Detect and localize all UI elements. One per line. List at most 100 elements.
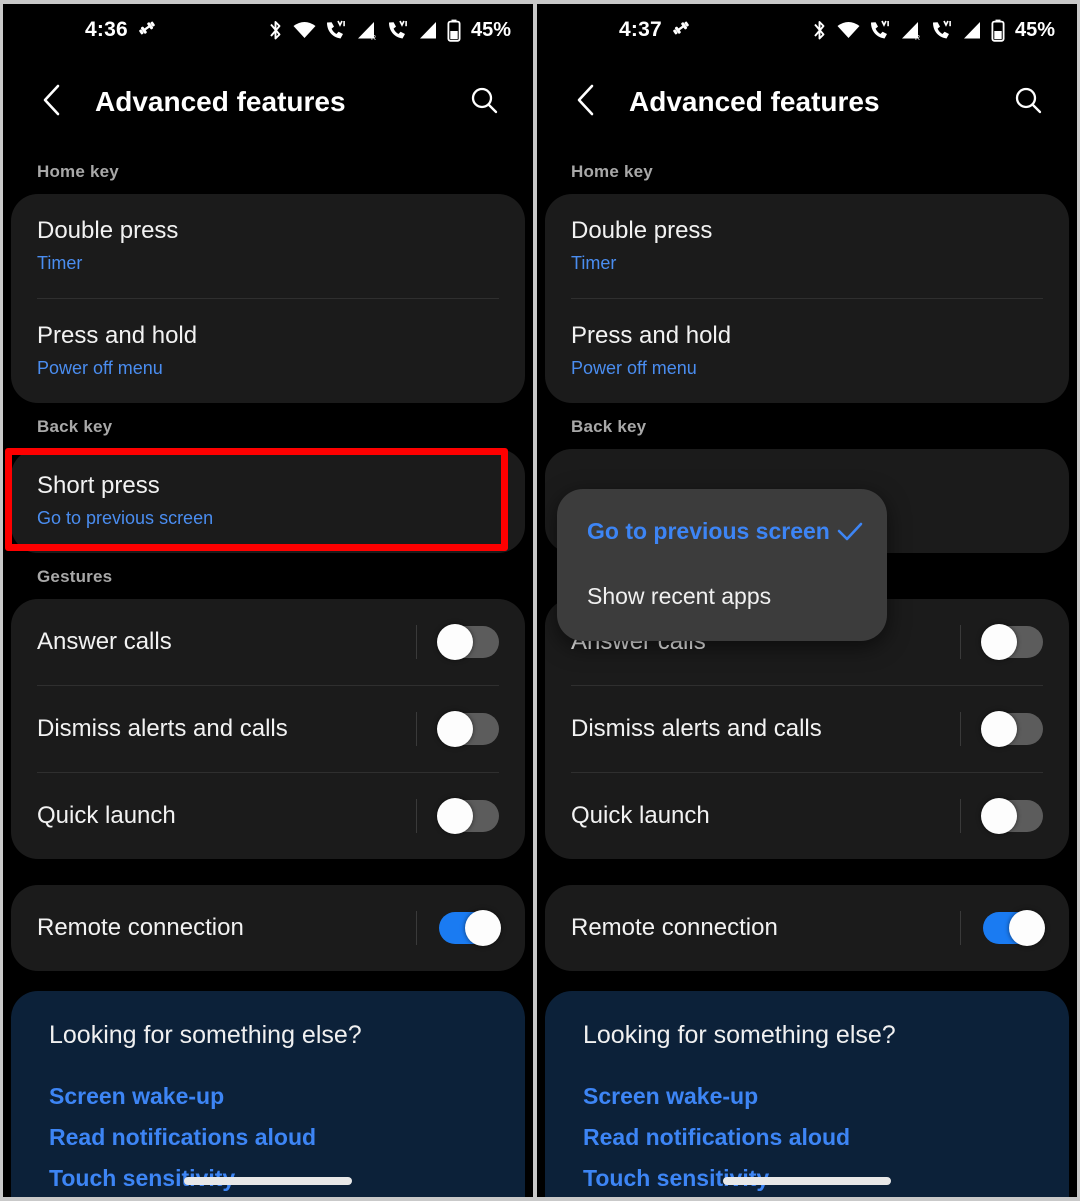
toggle-knob — [981, 711, 1017, 747]
row-subtitle: Power off menu — [37, 358, 163, 378]
switch-wrap — [416, 624, 499, 660]
toggle-quick-launch[interactable] — [437, 798, 499, 834]
switch-separator — [416, 799, 417, 833]
footer-link-read-notifications-aloud[interactable]: Read notifications aloud — [583, 1117, 1039, 1158]
toggle-answer-calls[interactable] — [981, 624, 1043, 660]
looking-for-something-else-card: Looking for something else? Screen wake-… — [11, 991, 525, 1197]
toggle-knob — [981, 624, 1017, 660]
chevron-left-icon — [39, 83, 65, 122]
volte-call-icon-2 — [387, 19, 410, 41]
search-button[interactable] — [461, 79, 507, 125]
row-texts: Press and hold Power off menu — [571, 321, 1043, 381]
toggle-remote-connection[interactable] — [983, 910, 1045, 946]
status-bar: 4:37 R 45% — [537, 4, 1077, 56]
card-gestures: Answer calls Dismiss alerts and calls Qu… — [11, 599, 525, 859]
menu-item-go-to-previous-screen[interactable]: Go to previous screen — [557, 499, 887, 564]
back-button[interactable] — [563, 79, 609, 125]
footer-link-read-notifications-aloud[interactable]: Read notifications aloud — [49, 1117, 495, 1158]
switch-wrap — [416, 798, 499, 834]
settings-content: Home key Double press Timer Press and ho… — [537, 148, 1077, 1197]
signal-roaming-icon: R — [356, 20, 379, 41]
row-title: Double press — [571, 217, 713, 244]
switch-wrap — [960, 910, 1045, 946]
page-title: Advanced features — [629, 86, 880, 117]
card-remote-connection: Remote connection — [11, 885, 525, 971]
menu-item-show-recent-apps[interactable]: Show recent apps — [557, 564, 887, 629]
back-key-popup-host: Short press Go to previous screen Go to … — [545, 449, 1069, 641]
row-double-press[interactable]: Double press Timer — [11, 194, 525, 298]
toggle-knob — [465, 910, 501, 946]
switch-wrap — [416, 711, 499, 747]
fitness-icon — [137, 18, 157, 43]
status-bar-right: R 45% — [267, 19, 511, 42]
home-indicator[interactable] — [184, 1177, 352, 1185]
toggle-answer-calls[interactable] — [437, 624, 499, 660]
footer-link-screen-wake-up[interactable]: Screen wake-up — [583, 1076, 1039, 1117]
search-icon — [469, 85, 499, 120]
left-phone-screenshot: 4:36 R 45% Advanced features Home key Do… — [0, 0, 535, 1201]
row-press-and-hold[interactable]: Press and hold Power off menu — [545, 299, 1069, 403]
row-remote-connection[interactable]: Remote connection — [11, 885, 525, 971]
section-label-back-key: Back key — [571, 417, 647, 436]
row-short-press[interactable]: Short press Go to previous screen — [11, 449, 525, 553]
settings-content: Home key Double press Timer Press and ho… — [3, 148, 533, 1197]
svg-text:R: R — [915, 35, 920, 41]
volte-call-icon — [325, 19, 348, 41]
right-screen: 4:37 R 45% Advanced features Home key Do… — [537, 4, 1077, 1197]
toggle-knob — [437, 711, 473, 747]
switch-separator — [960, 712, 961, 746]
row-subtitle: Timer — [571, 253, 617, 273]
status-bar-left: 4:36 — [85, 18, 157, 43]
row-texts: Dismiss alerts and calls — [37, 714, 416, 744]
row-dismiss-alerts-and-calls[interactable]: Dismiss alerts and calls — [545, 686, 1069, 772]
status-bar: 4:36 R 45% — [3, 4, 533, 56]
switch-wrap — [960, 711, 1043, 747]
row-title: Quick launch — [37, 802, 176, 829]
toggle-dismiss-alerts-and-calls[interactable] — [981, 711, 1043, 747]
row-title: Quick launch — [571, 802, 710, 829]
toggle-dismiss-alerts-and-calls[interactable] — [437, 711, 499, 747]
row-dismiss-alerts-and-calls[interactable]: Dismiss alerts and calls — [11, 686, 525, 772]
status-time: 4:36 — [85, 18, 128, 41]
row-quick-launch[interactable]: Quick launch — [11, 773, 525, 859]
footer-link-screen-wake-up[interactable]: Screen wake-up — [49, 1076, 495, 1117]
row-title: Remote connection — [37, 914, 244, 941]
search-button[interactable] — [1005, 79, 1051, 125]
back-button[interactable] — [29, 79, 75, 125]
row-title: Double press — [37, 217, 179, 244]
toggle-quick-launch[interactable] — [981, 798, 1043, 834]
bluetooth-icon — [267, 19, 284, 42]
row-texts: Double press Timer — [571, 216, 1043, 276]
switch-separator — [960, 911, 961, 945]
home-indicator[interactable] — [723, 1177, 891, 1185]
signal-roaming-icon: R — [900, 20, 923, 41]
toggle-remote-connection[interactable] — [439, 910, 501, 946]
row-texts: Press and hold Power off menu — [37, 321, 499, 381]
row-title: Press and hold — [37, 322, 198, 349]
menu-item-label: Go to previous screen — [587, 518, 830, 544]
row-double-press[interactable]: Double press Timer — [545, 194, 1069, 298]
check-icon — [835, 520, 865, 544]
toggle-knob — [981, 798, 1017, 834]
card-remote-connection: Remote connection — [545, 885, 1069, 971]
row-press-and-hold[interactable]: Press and hold Power off menu — [11, 299, 525, 403]
short-press-dropdown-menu[interactable]: Go to previous screen Show recent apps — [557, 489, 887, 641]
looking-for-something-else-card: Looking for something else? Screen wake-… — [545, 991, 1069, 1197]
row-remote-connection[interactable]: Remote connection — [545, 885, 1069, 971]
left-screen: 4:36 R 45% Advanced features Home key Do… — [3, 4, 533, 1197]
row-title: Remote connection — [571, 914, 778, 941]
row-quick-launch[interactable]: Quick launch — [545, 773, 1069, 859]
switch-separator — [416, 911, 417, 945]
row-texts: Remote connection — [37, 913, 416, 943]
volte-call-icon — [869, 19, 892, 41]
battery-icon — [991, 19, 1005, 42]
battery-percent: 45% — [1014, 18, 1055, 41]
right-phone-screenshot: 4:37 R 45% Advanced features Home key Do… — [535, 0, 1080, 1201]
row-answer-calls[interactable]: Answer calls — [11, 599, 525, 685]
comparison-screenshot: 4:36 R 45% Advanced features Home key Do… — [0, 0, 1080, 1201]
signal-icon — [962, 20, 983, 41]
status-bar-left: 4:37 — [619, 18, 691, 43]
footer-title: Looking for something else? — [583, 1021, 896, 1049]
